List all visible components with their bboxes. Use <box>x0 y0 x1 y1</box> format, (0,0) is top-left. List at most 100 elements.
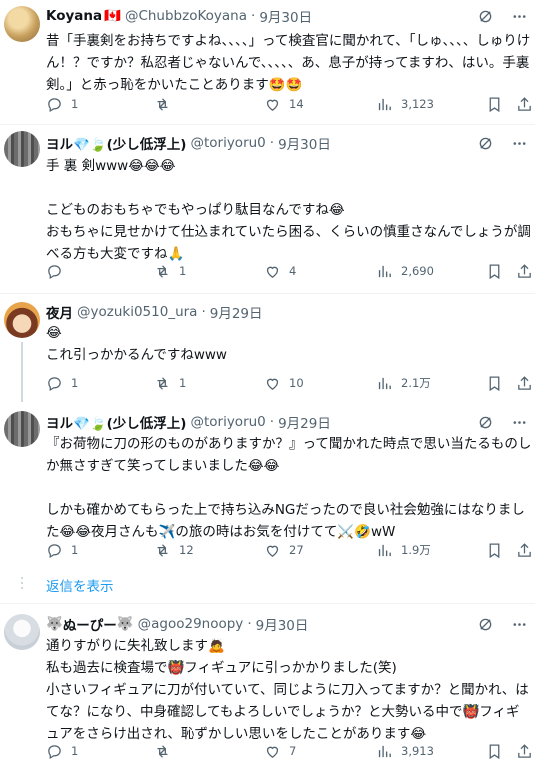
like-button[interactable]: 27 <box>264 540 304 560</box>
reply-count: 1 <box>71 97 79 111</box>
reply-count: 1 <box>71 376 79 390</box>
bookmark-button[interactable] <box>486 261 511 281</box>
timestamp[interactable]: 9月29日 <box>210 302 263 322</box>
heart-icon <box>266 378 279 390</box>
name-suffix-emoji: 🐺 <box>116 616 134 632</box>
share-button[interactable] <box>516 94 535 114</box>
bookmark-button[interactable] <box>486 540 511 560</box>
bookmark-icon <box>489 375 500 391</box>
bookmark-icon <box>489 263 500 279</box>
reply-button[interactable]: 1 <box>46 94 78 114</box>
share-icon <box>518 542 531 557</box>
views-button[interactable]: 2.1万 <box>376 373 431 393</box>
retweet-button[interactable] <box>154 94 179 114</box>
flag-emoji: 🇨🇦 <box>104 8 121 24</box>
views-button[interactable]: 3,913 <box>376 741 434 761</box>
reply-button[interactable] <box>46 261 71 281</box>
handle[interactable]: @agoo29noopy <box>138 616 244 632</box>
view-count: 1.9万 <box>401 543 431 557</box>
like-button[interactable]: 7 <box>264 741 296 761</box>
display-name[interactable]: ヨル <box>46 412 73 432</box>
share-button[interactable] <box>516 540 535 560</box>
handle[interactable]: @yozuki0510_ura <box>77 304 197 320</box>
timestamp[interactable]: 9月30日 <box>256 614 309 634</box>
thread-line <box>21 342 23 402</box>
display-name[interactable]: ヨル <box>46 133 73 153</box>
display-name[interactable]: Koyana <box>46 8 102 24</box>
avatar[interactable] <box>4 411 40 447</box>
more-options-icon[interactable] <box>511 414 527 430</box>
tweet-text: 😂 これ引っかかるんですねwww <box>46 325 227 363</box>
retweet-button[interactable]: 1 <box>154 261 186 281</box>
tweet-koyana[interactable]: Koyana 🇨🇦 @ChubbzoKoyana · 9月30日 昔「手裏剣をお持… <box>0 0 535 122</box>
view-count: 3,123 <box>401 97 434 111</box>
reply-button[interactable]: 1 <box>46 741 78 761</box>
timestamp[interactable]: 9月29日 <box>278 412 331 432</box>
share-button[interactable] <box>516 741 535 761</box>
tweet-yoru-1[interactable]: ヨル 💎🍃(少し低浮上) @toriyoru0 · 9月30日 手 裏 剣www😂… <box>0 125 535 289</box>
display-name[interactable]: ぬーぴー <box>63 614 117 634</box>
avatar[interactable] <box>4 302 40 338</box>
reply-icon <box>48 543 61 558</box>
views-button[interactable]: 1.9万 <box>376 540 431 560</box>
share-icon <box>518 263 531 278</box>
share-button[interactable] <box>516 373 535 393</box>
share-icon <box>518 96 531 111</box>
avatar[interactable] <box>4 131 40 167</box>
grok-icon[interactable] <box>477 414 493 430</box>
views-button[interactable]: 3,123 <box>376 94 434 114</box>
view-count: 2,690 <box>401 264 434 278</box>
share-button[interactable] <box>516 261 535 281</box>
tweet-yozuki[interactable]: 夜月 @yozuki0510_ura · 9月29日 😂 これ引っかかるんですね… <box>0 294 535 402</box>
grok-icon[interactable] <box>477 135 493 151</box>
view-count: 3,913 <box>401 744 434 758</box>
retweet-button[interactable]: 12 <box>154 540 194 560</box>
handle[interactable]: @toriyoru0 <box>190 414 265 430</box>
retweet-button[interactable]: 1 <box>154 373 186 393</box>
views-button[interactable]: 2,690 <box>376 261 434 281</box>
like-count: 14 <box>289 97 304 111</box>
reply-count: 1 <box>71 744 79 758</box>
grok-icon[interactable] <box>477 616 493 632</box>
bookmark-button[interactable] <box>486 94 511 114</box>
retweet-icon <box>157 264 168 278</box>
heart-icon <box>266 746 279 758</box>
more-options-icon[interactable] <box>511 616 527 632</box>
reply-icon <box>48 376 61 391</box>
like-button[interactable]: 10 <box>264 373 304 393</box>
show-replies-link[interactable]: 返信を表示 <box>46 575 114 595</box>
handle[interactable]: @ChubbzoKoyana <box>125 8 247 24</box>
analytics-icon <box>378 544 391 556</box>
reply-button[interactable]: 1 <box>46 540 78 560</box>
like-count: 10 <box>289 376 304 390</box>
display-name[interactable]: 夜月 <box>46 302 73 322</box>
bookmark-button[interactable] <box>486 373 511 393</box>
timestamp[interactable]: 9月30日 <box>259 6 312 26</box>
retweet-count: 1 <box>179 376 187 390</box>
reply-count: 1 <box>71 543 79 557</box>
tweet-text: 昔「手裏剣をお持ちですよね、、、、」って検査官に聞かれて、「しゅ、、、、しゅりけ… <box>46 33 531 93</box>
avatar[interactable] <box>4 6 40 42</box>
grok-icon[interactable] <box>477 8 493 24</box>
like-button[interactable]: 4 <box>264 261 296 281</box>
bookmark-icon <box>489 743 500 759</box>
more-options-icon[interactable] <box>511 8 527 24</box>
tweet-text: 通りすがりに失礼致します🙇 私も過去に検査場で👹フィギュアに引っかかりました(笑… <box>46 638 529 742</box>
bookmark-button[interactable] <box>486 741 511 761</box>
like-button[interactable]: 14 <box>264 94 304 114</box>
more-options-icon[interactable] <box>511 135 527 151</box>
tweet-text: 手 裏 剣www😂😂😂 こどものおもちゃでもやっぱり駄目なんですね😂 おもちゃに… <box>46 158 531 262</box>
reply-button[interactable]: 1 <box>46 373 78 393</box>
handle[interactable]: @toriyoru0 <box>190 135 265 151</box>
tweet-header: ヨル 💎🍃(少し低浮上) @toriyoru0 · 9月30日 <box>46 133 331 153</box>
tweet-noopy[interactable]: 🐺 ぬーぴー 🐺 @agoo29noopy · 9月30日 通りすがりに失礼致します… <box>0 604 535 766</box>
share-icon <box>518 375 531 390</box>
tweet-yoru-2[interactable]: ヨル 💎🍃(少し低浮上) @toriyoru0 · 9月29日 『お荷物に刀の形の… <box>0 403 535 567</box>
tweet-text: 『お荷物に刀の形のものがありますか？』って聞かれた時点で思い当たるものしか無さす… <box>46 436 532 540</box>
analytics-icon <box>378 265 391 277</box>
avatar[interactable] <box>4 614 40 650</box>
timestamp[interactable]: 9月30日 <box>278 133 331 153</box>
reply-icon <box>48 97 61 112</box>
bookmark-icon <box>489 542 500 558</box>
retweet-button[interactable] <box>154 741 179 761</box>
